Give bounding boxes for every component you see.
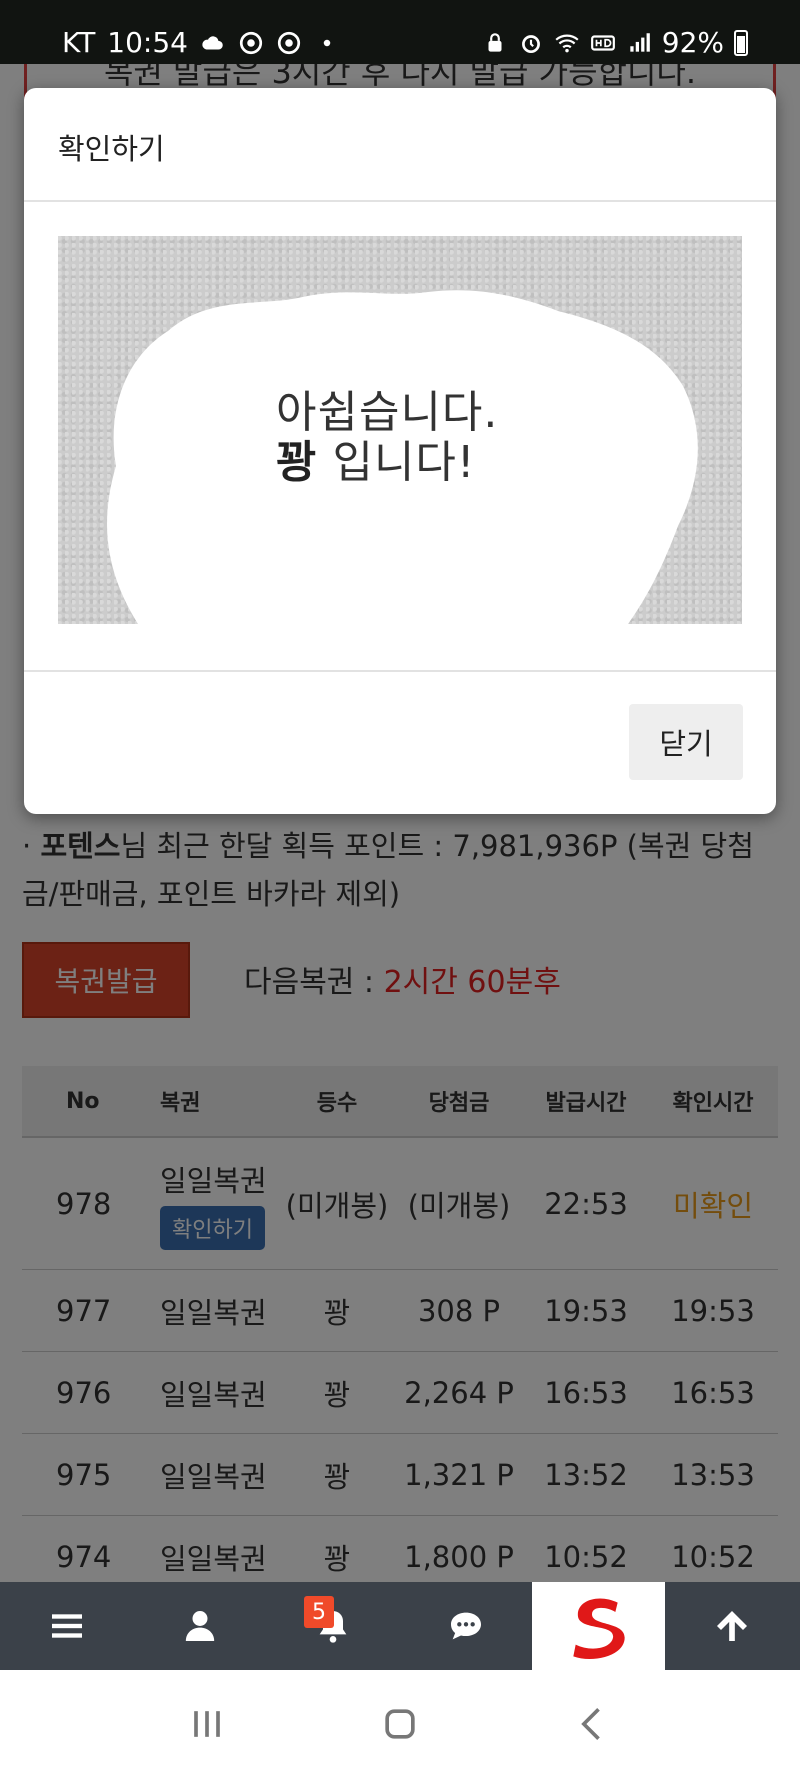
- arrow-up-icon: [716, 1611, 747, 1641]
- lock-icon: [482, 30, 508, 56]
- divider: [24, 670, 776, 672]
- back-icon[interactable]: [571, 1702, 615, 1746]
- chat-icon: [450, 1612, 481, 1640]
- more-notifications-dot-icon: [314, 30, 340, 56]
- result-suffix: 입니다!: [317, 437, 476, 488]
- bottom-app-nav: 5: [0, 1582, 800, 1670]
- notification-badge: 5: [304, 1596, 334, 1628]
- modal-title: 확인하기: [58, 132, 165, 166]
- menu-button[interactable]: [0, 1582, 133, 1670]
- result-rank: 꽝: [276, 437, 318, 488]
- recent-apps-icon[interactable]: [185, 1702, 229, 1746]
- divider: [24, 200, 776, 202]
- notifications-button[interactable]: 5: [266, 1582, 399, 1670]
- signal-icon: [626, 30, 652, 56]
- cloud-icon: [200, 30, 226, 56]
- chrome-icon-2: [276, 30, 302, 56]
- wifi-icon: [554, 30, 580, 56]
- close-button[interactable]: 닫기: [629, 704, 743, 780]
- user-icon: [185, 1611, 214, 1641]
- chrome-icon: [238, 30, 264, 56]
- home-icon[interactable]: [378, 1702, 422, 1746]
- profile-button[interactable]: [133, 1582, 266, 1670]
- scroll-top-button[interactable]: [665, 1582, 798, 1670]
- hd-voice-icon: [590, 30, 616, 56]
- status-bar: KT 10:54 92%: [0, 0, 800, 64]
- scratch-card[interactable]: 아쉽습니다. 꽝 입니다!: [58, 236, 742, 624]
- menu-icon: [51, 1614, 82, 1638]
- chat-button[interactable]: [399, 1582, 532, 1670]
- site-logo: [572, 1598, 625, 1659]
- site-logo-button[interactable]: [532, 1582, 665, 1670]
- confirm-modal: 확인하기 아쉽습니다. 꽝 입니다! 닫기: [24, 88, 776, 814]
- battery-percent: 92%: [661, 26, 724, 59]
- result-line-2: 꽝 입니다!: [276, 426, 476, 490]
- carrier-label: KT: [62, 26, 96, 59]
- alarm-icon: [518, 30, 544, 56]
- system-nav-bar: [0, 1670, 800, 1778]
- battery-icon: [734, 29, 748, 56]
- clock: 10:54: [107, 26, 188, 59]
